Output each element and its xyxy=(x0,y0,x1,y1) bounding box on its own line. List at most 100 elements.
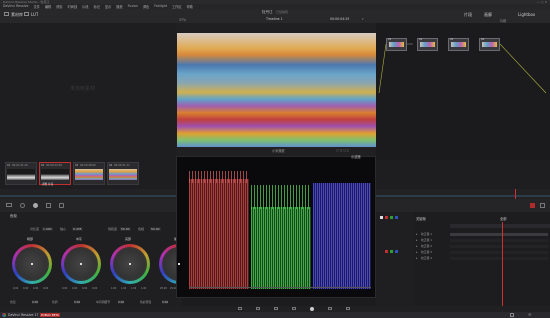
taskbar: DaVinci Resolve 17 PUBLIC BETA ⚙ xyxy=(0,312,550,318)
rgb-mixer-icon[interactable] xyxy=(46,203,51,208)
keyframe-track[interactable]: ▸ 校正器 3 xyxy=(416,250,548,255)
clip-thumbnail[interactable]: 00:00:28:00 03 xyxy=(73,162,105,185)
clip-number: 01 xyxy=(7,164,11,167)
keyframe-track[interactable]: ▸ 校正器 1 xyxy=(416,232,548,237)
color-page-icon[interactable] xyxy=(310,307,314,311)
home-icon[interactable] xyxy=(510,313,514,317)
track-expand-icon[interactable]: ▸ xyxy=(416,232,418,236)
bottom-param-value[interactable]: 0.00 xyxy=(118,300,125,304)
bottom-param-label: 中间调细节 xyxy=(96,300,110,304)
gallery-empty-text: 未找到素材 xyxy=(70,86,96,92)
wheel-value[interactable]: 0.00 xyxy=(72,287,77,290)
color-wheels-icon[interactable] xyxy=(33,203,38,208)
lut-icon[interactable] xyxy=(24,12,29,16)
track-expand-icon[interactable]: ▸ xyxy=(416,238,418,242)
bottom-param-value[interactable]: 0.00 xyxy=(74,300,81,304)
color-wheel[interactable] xyxy=(61,244,101,284)
wheel-value[interactable]: 0.00 xyxy=(13,287,18,290)
tab-gallery[interactable]: 画廊 xyxy=(484,12,492,18)
edit-page-icon[interactable] xyxy=(274,307,278,310)
toolbar: 素材库 LUT 37% 牡丹江 已经编辑 Timeline 1 00:00:04… xyxy=(0,9,550,23)
clip-thumbnail[interactable]: 00:00:31:11 04 xyxy=(107,162,139,185)
track-lane xyxy=(450,245,548,248)
settings-icon[interactable]: ⚙ xyxy=(528,313,532,317)
track-lane xyxy=(450,239,548,242)
scope-red-top xyxy=(189,171,249,183)
wheel-center-handle[interactable] xyxy=(31,263,33,265)
param-value[interactable]: 1.000 xyxy=(42,227,53,231)
track-label: 校正器 1 xyxy=(421,238,433,242)
motion-effects-icon[interactable] xyxy=(59,203,64,208)
color-swatch-green-2[interactable] xyxy=(390,250,393,253)
bottom-param-value[interactable]: 0.00 xyxy=(32,300,39,304)
color-swatch-blue-2[interactable] xyxy=(395,250,398,253)
color-match-icon[interactable] xyxy=(20,203,25,208)
media-page-icon[interactable] xyxy=(238,307,242,310)
keyframes-title: 关键帧 xyxy=(416,217,426,221)
wheel-value[interactable]: 1.00 xyxy=(141,287,146,290)
clip-thumbnail[interactable]: 00:01:21:20 01 xyxy=(5,162,37,185)
wheel-value[interactable]: 25.00 xyxy=(160,287,167,290)
wheel-value[interactable]: 0.00 xyxy=(33,287,38,290)
color-wheel[interactable] xyxy=(110,244,150,284)
dropdown-icon[interactable]: ▾ xyxy=(362,17,364,21)
wheel-value[interactable]: 0.00 xyxy=(23,287,28,290)
fairlight-page-icon[interactable] xyxy=(328,307,332,310)
keyframes-mode[interactable]: 全部 xyxy=(500,216,507,221)
camera-raw-icon[interactable] xyxy=(6,203,12,207)
wheel-value[interactable]: 0.00 xyxy=(43,287,48,290)
wheel-value[interactable]: 0.00 xyxy=(92,287,97,290)
tab-clips[interactable]: 片段 xyxy=(464,12,472,18)
wheel-title: 中灰 xyxy=(76,237,83,241)
fusion-page-icon[interactable] xyxy=(292,307,296,310)
cut-page-icon[interactable] xyxy=(256,307,260,310)
playhead[interactable] xyxy=(515,189,516,199)
wheel-value[interactable]: 0.00 xyxy=(62,287,67,290)
color-swatch-red[interactable] xyxy=(385,216,388,219)
keyframes-icon[interactable] xyxy=(540,203,545,208)
wheel-value[interactable]: 1.00 xyxy=(111,287,116,290)
keyframes-playhead[interactable] xyxy=(502,222,503,306)
scope-blue xyxy=(313,183,371,289)
keyframe-track[interactable]: ▸ 校正器 1 xyxy=(416,238,548,243)
track-expand-icon[interactable]: ▸ xyxy=(416,244,418,248)
color-wheel[interactable] xyxy=(12,244,52,284)
clip-thumbnail[interactable]: 00:00:24:28 02 调整 片段 xyxy=(39,162,71,186)
keyframe-track[interactable]: ▸ 校正器 2 xyxy=(416,244,548,249)
wheel-value[interactable]: 1.00 xyxy=(121,287,126,290)
param-value[interactable]: 50.00 xyxy=(120,227,131,231)
taskbar-app-name: DaVinci Resolve 17 xyxy=(8,313,39,317)
wheel-center-handle[interactable] xyxy=(129,263,131,265)
deliver-page-icon[interactable] xyxy=(346,307,350,310)
color-swatch-blue[interactable] xyxy=(395,216,398,219)
wheel-value[interactable]: 0.00 xyxy=(82,287,87,290)
wheel-center-handle[interactable] xyxy=(178,263,180,265)
param-label: 饱和度 xyxy=(108,227,118,231)
resolve-logo-icon xyxy=(2,313,6,317)
zoom-level[interactable]: 37% xyxy=(179,18,186,22)
node-connections xyxy=(378,43,547,94)
color-swatch-green[interactable] xyxy=(390,216,393,219)
wheel-center-handle[interactable] xyxy=(80,263,82,265)
bottom-param-label: 色温 xyxy=(10,300,16,304)
track-lane xyxy=(450,233,548,236)
clip-number: 04 xyxy=(109,164,113,167)
bottom-param-value[interactable]: 0.00 xyxy=(162,300,169,304)
keyframe-track[interactable]: ▸ 校正器 4 xyxy=(416,256,548,261)
viewer-controls[interactable]: ▢ ◻ ◻ ◻ xyxy=(336,148,349,152)
scope-icon[interactable] xyxy=(530,203,535,208)
color-swatch-white[interactable] xyxy=(380,216,383,219)
media-pool-icon[interactable] xyxy=(4,12,9,16)
tab-lightbox[interactable]: Lightbox xyxy=(518,12,535,17)
track-label: 校正器 2 xyxy=(421,244,433,248)
track-expand-icon[interactable]: ▸ xyxy=(416,256,418,260)
wheel-value[interactable]: 1.00 xyxy=(131,287,136,290)
color-swatch-red-2[interactable] xyxy=(385,250,388,253)
param-value[interactable]: 50.00 xyxy=(150,227,161,231)
timeline-name[interactable]: Timeline 1 xyxy=(266,17,283,21)
param-value[interactable]: 0.435 xyxy=(72,227,83,231)
tab-media-pool[interactable]: 素材库 xyxy=(11,12,23,18)
track-expand-icon[interactable]: ▸ xyxy=(416,250,418,254)
scope-green xyxy=(251,207,311,289)
tab-lut[interactable]: LUT xyxy=(31,12,38,17)
